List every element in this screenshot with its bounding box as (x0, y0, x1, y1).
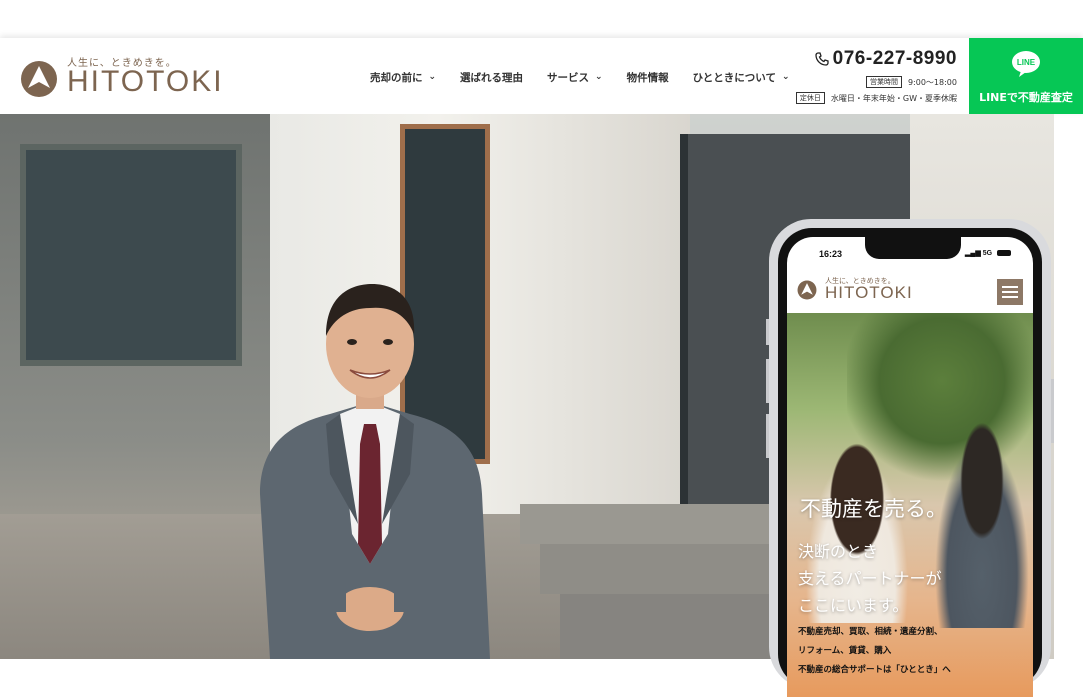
nav-label: ひとときについて (692, 71, 776, 84)
closed-days: 定休日 水曜日・年末年始・GW・夏季休暇 (795, 92, 957, 104)
mobile-hero: 不動産を売る。 決断のとき 支えるパートナーが ここにいます。 不動産売却、買取… (787, 313, 1033, 697)
line-icon: LINE (1012, 51, 1040, 77)
status-indicators: ▂▄▆ 5G (965, 249, 1011, 257)
nav-label: 売却の前に (370, 71, 423, 84)
nav-item-services[interactable]: サービス ⌄ (547, 70, 603, 84)
mobile-logo-name[interactable]: HITOTOKI (825, 283, 913, 303)
nav-item-reasons[interactable]: 選ばれる理由 (460, 70, 523, 84)
mobile-hero-copy: 決断のとき 支えるパートナーが ここにいます。 (798, 538, 942, 619)
signal-icon: ▂▄▆ (965, 250, 981, 257)
logo-mark-icon (21, 61, 57, 97)
nav-item-about[interactable]: ひとときについて ⌄ (693, 70, 790, 84)
site-header: 人生に、ときめきを。 HITOTOKI 売却の前に ⌄ 選ばれる理由 サービス … (0, 38, 1083, 114)
phone-row[interactable]: 076-227-8990 (796, 48, 957, 70)
staff-photo (260, 284, 490, 659)
mobile-hero-line: ここにいます。 (798, 596, 909, 615)
mobile-hero-subline: 不動産売却、買取、相続・遺産分割、 (798, 627, 943, 637)
chevron-down-icon: ⌄ (428, 72, 437, 82)
hero-bg-window (20, 144, 242, 366)
logo-name: HITOTOKI (67, 65, 224, 98)
hours-tag: 営業時間 (865, 76, 902, 88)
phone-side-button (1051, 379, 1054, 443)
hamburger-menu-icon[interactable] (997, 279, 1023, 305)
phone-side-button (766, 414, 769, 458)
battery-icon (997, 250, 1011, 257)
smartphone-mockup: 16:23 ▂▄▆ 5G 人生に、ときめきを。 HITOTOKI 不動産を売る。… (766, 219, 1054, 697)
mobile-hero-line: 支えるパートナーが (798, 569, 942, 588)
business-hours: 営業時間 9:00〜18:00 (796, 76, 957, 88)
nav-item-properties[interactable]: 物件情報 (627, 70, 669, 84)
closed-value: 水曜日・年末年始・GW・夏季休暇 (830, 93, 957, 103)
logo-mark-icon (797, 280, 817, 300)
nav-label: サービス (547, 71, 590, 84)
mobile-hero-headline: 不動産を売る。 (800, 497, 947, 521)
chevron-down-icon: ⌄ (595, 72, 603, 82)
line-button-label: LINEで不動産査定 (979, 91, 1073, 104)
nav-label: 選ばれる理由 (460, 71, 524, 84)
closed-tag: 定休日 (795, 92, 825, 104)
phone-notch (865, 237, 961, 259)
mobile-hero-subline: リフォーム、賃貸、購入 (798, 646, 892, 656)
chevron-down-icon: ⌄ (781, 72, 790, 82)
contact-info: 076-227-8990 営業時間 9:00〜18:00 定休日 水曜日・年末年… (795, 48, 957, 104)
hours-value: 9:00〜18:00 (907, 77, 957, 87)
phone-side-button (766, 319, 769, 345)
mobile-hero-subline: 不動産の総合サポートは「ひととき」へ (798, 665, 951, 675)
mobile-hero-subcopy: 不動産売却、買取、相続・遺産分割、 リフォーム、賃貸、購入 不動産の総合サポート… (798, 623, 951, 680)
nav-label: 物件情報 (626, 71, 669, 84)
network-label: 5G (982, 250, 993, 257)
mobile-hero-line: 決断のとき (798, 542, 879, 561)
mobile-hero-person (927, 418, 1033, 628)
nav-item-before-sale[interactable]: 売却の前に ⌄ (370, 70, 436, 84)
main-nav: 売却の前に ⌄ 選ばれる理由 サービス ⌄ 物件情報 ひとときについて ⌄ (370, 70, 814, 84)
site-logo[interactable]: 人生に、ときめきを。 HITOTOKI (20, 52, 222, 102)
status-time: 16:23 (819, 249, 843, 259)
line-icon-text: LINE (1017, 58, 1036, 67)
phone-screen: 16:23 ▂▄▆ 5G 人生に、ときめきを。 HITOTOKI 不動産を売る。… (787, 237, 1033, 697)
phone-number[interactable]: 076-227-8990 (833, 48, 957, 70)
phone-icon (815, 52, 829, 66)
phone-side-button (766, 359, 769, 403)
line-appraisal-button[interactable]: LINE LINEで不動産査定 (969, 38, 1083, 114)
